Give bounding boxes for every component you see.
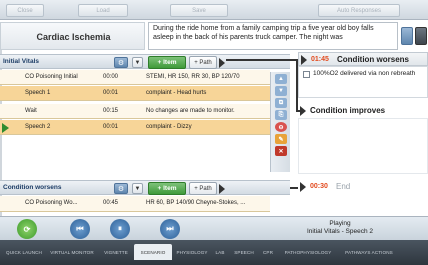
item-time: 00:15 [103,108,119,114]
close-button[interactable]: Close [6,4,44,17]
scenario-title: Cardiac Ischemia [36,32,111,42]
item-name: Wait [25,108,37,114]
item-detail: complaint - Head hurts [146,90,207,96]
path-arrow-icon [300,182,306,192]
item-time: 00:01 [103,90,119,96]
add-item-button[interactable]: + Item [148,182,186,195]
top-toolbar: Close Load Save Auto Responses [0,0,428,20]
status-line-1: Playing [329,220,351,227]
path-arrow-icon [300,106,306,116]
edit-icon[interactable]: ✎ [275,134,287,144]
item-name: CO Poisoning Wo... [25,200,78,206]
table-row[interactable]: CO Poisoning Initial 00:00 STEMI, HR 150… [0,70,270,85]
item-detail: complaint - Dizzy [146,124,192,130]
scenario-title-box: Cardiac Ischemia [0,22,145,50]
table-row[interactable]: Speech 2 00:01 complaint - Dizzy [0,120,270,135]
tab-quick-launch[interactable]: QUICK LAUNCH [4,246,44,258]
table-row[interactable]: Wait 00:15 No changes are made to monito… [0,104,270,119]
path-arrow-icon [219,184,225,194]
add-path-button[interactable]: + Path [189,56,217,69]
tab-pathways-actions[interactable]: PATHWAYS ACTIONS [340,246,398,258]
tab-virtual-monitor[interactable]: VIRTUAL MONITOR [46,246,98,258]
phase-settings-button[interactable]: ⚙ [114,183,128,194]
current-item-play-icon [2,123,9,133]
item-detail: STEMI, HR 150, RR 30, BP 120/70 [146,74,240,80]
item-name: Speech 2 [25,124,51,130]
item-name: Speech 1 [25,90,51,96]
paste-icon[interactable]: ⎘ [275,110,287,120]
scenario-description[interactable]: During the ride home from a family campi… [148,22,398,50]
refresh-icon[interactable]: ⟳ [17,219,37,239]
table-row[interactable]: CO Poisoning Wo... 00:45 HR 60, BP 140/9… [0,196,270,212]
phase-title: Initial Vitals [3,58,40,65]
path-condition-worsens[interactable]: 01:45 Condition worsens [298,52,428,66]
path-name: Condition worsens [337,55,409,64]
item-time: 00:45 [103,200,119,206]
tab-pathophysiology[interactable]: PATHOPHYSIOLOGY [278,246,338,258]
phase-settings-button[interactable]: ⚙ [114,57,128,68]
move-up-icon[interactable]: ▲ [275,74,287,84]
chevron-down-icon: ▼ [134,59,141,66]
tab-scenario[interactable]: SCENARIO [134,244,172,260]
tab-physiology[interactable]: PHYSIOLOGY [174,246,210,258]
table-row[interactable]: Speech 1 00:01 complaint - Head hurts [0,86,270,101]
path-improves-panel [298,118,428,174]
gear-icon: ⚙ [117,59,125,67]
tab-cpr[interactable]: CPR [260,246,276,258]
add-path-button[interactable]: + Path [189,182,217,195]
tab-speech[interactable]: SPEECH [230,246,258,258]
phase-dropdown-button[interactable]: ▼ [132,57,143,68]
gear-icon: ⚙ [117,185,125,193]
description-menu-button[interactable] [415,27,427,45]
item-time: 00:01 [103,124,119,130]
path-connector-line [226,59,298,61]
condition-checkbox[interactable] [303,71,310,78]
delete-icon[interactable]: ⊖ [275,122,287,132]
path-end[interactable]: 00:30 End [298,180,428,194]
pause-icon[interactable]: ⏸ [110,219,130,239]
item-detail: HR 60, BP 140/90 Cheyne-Stokes, ... [146,200,246,206]
tab-vignette[interactable]: VIGNETTE [100,246,132,258]
copy-icon[interactable]: ⧉ [275,98,287,108]
item-tools-panel: ▲ ▼ ⧉ ⎘ ⊖ ✎ ✕ [270,72,290,172]
phase-header-condition-worsens: Condition worsens ⚙ ▼ + Item + Path [0,180,290,195]
path-condition-improves[interactable]: Condition improves [298,104,428,118]
next-icon[interactable]: ⏭ [160,219,180,239]
item-time: 00:00 [103,74,119,80]
path-name: Condition improves [310,106,386,115]
description-settings-button[interactable] [401,27,413,45]
path-arrow-icon [219,58,225,68]
path-name: End [336,182,351,191]
path-conditions-panel: 100%O2 delivered via non rebreath [298,66,428,98]
path-time: 00:30 [310,183,328,190]
phase-title: Condition worsens [3,184,62,191]
item-detail: No changes are made to monitor. [146,108,235,114]
playback-status: Playing Initial Vitals - Speech 2 [270,220,410,236]
bottom-tab-bar: QUICK LAUNCH VIRTUAL MONITOR VIGNETTE SC… [0,240,428,265]
tab-lab[interactable]: LAB [212,246,228,258]
add-item-button[interactable]: + Item [148,56,186,69]
remove-icon[interactable]: ✕ [275,146,287,156]
phase-dropdown-button[interactable]: ▼ [132,183,143,194]
condition-label: 100%O2 delivered via non rebreath [313,70,416,77]
status-line-2: Initial Vitals - Speech 2 [307,228,373,235]
load-button[interactable]: Load [78,4,128,17]
item-name: CO Poisoning Initial [25,74,78,80]
move-down-icon[interactable]: ▼ [275,86,287,96]
playback-controls: ⟳ ⏮ ⏸ ⏭ Playing Initial Vitals - Speech … [0,216,428,240]
chevron-down-icon: ▼ [134,185,141,192]
auto-responses-button[interactable]: Auto Responses [318,4,400,17]
path-arrow-icon [301,55,307,65]
previous-icon[interactable]: ⏮ [70,219,90,239]
path-time: 01:45 [311,56,329,63]
phase-header-initial-vitals: Initial Vitals ⚙ ▼ + Item + Path [0,54,290,69]
save-button[interactable]: Save [170,4,228,17]
